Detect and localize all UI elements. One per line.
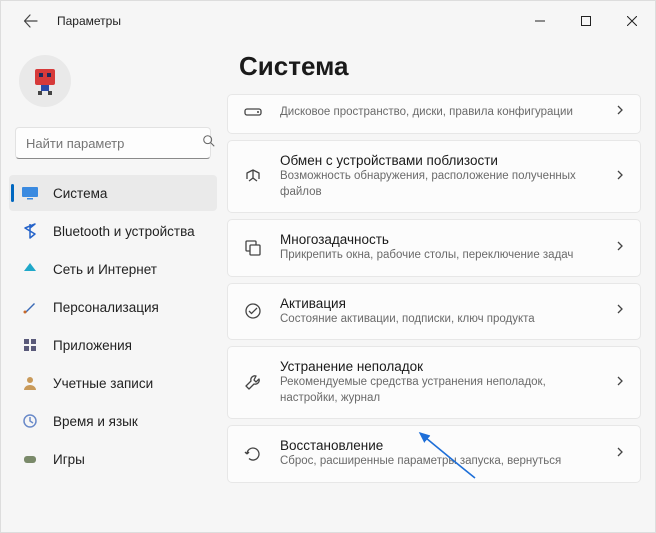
avatar-robot-icon xyxy=(27,63,63,99)
card-title: Устранение неполадок xyxy=(280,359,598,374)
card-text: Устранение неполадок Рекомендуемые средс… xyxy=(280,359,598,406)
nav-apps[interactable]: Приложения xyxy=(9,327,217,363)
nav-network[interactable]: Сеть и Интернет xyxy=(9,251,217,287)
cards-list[interactable]: Память Дисковое пространство, диски, пра… xyxy=(227,94,645,489)
nav-system[interactable]: Система xyxy=(9,175,217,211)
card-multitasking[interactable]: Многозадачность Прикрепить окна, рабочие… xyxy=(227,219,641,277)
apps-icon xyxy=(21,336,39,354)
nav-label: Учетные записи xyxy=(53,376,153,391)
profile-section[interactable] xyxy=(9,49,217,121)
card-text: Многозадачность Прикрепить окна, рабочие… xyxy=(280,232,598,264)
wifi-icon xyxy=(21,260,39,278)
nav-list: Система Bluetooth и устройства Сеть и Ин… xyxy=(9,175,217,477)
titlebar: Параметры xyxy=(1,1,655,41)
share-icon xyxy=(242,166,264,188)
nav-label: Игры xyxy=(53,452,85,467)
nav-label: Персонализация xyxy=(53,300,159,315)
close-button[interactable] xyxy=(609,1,655,41)
close-icon xyxy=(627,16,637,26)
chevron-right-icon xyxy=(614,239,626,257)
search-input[interactable] xyxy=(26,136,202,151)
card-title: Многозадачность xyxy=(280,232,598,247)
back-button[interactable] xyxy=(19,9,43,33)
card-text: Обмен с устройствами поблизости Возможно… xyxy=(280,153,598,200)
check-circle-icon xyxy=(242,300,264,322)
card-subtitle: Возможность обнаружения, расположение по… xyxy=(280,169,598,200)
main-area: Система Bluetooth и устройства Сеть и Ин… xyxy=(1,41,655,532)
nav-bluetooth[interactable]: Bluetooth и устройства xyxy=(9,213,217,249)
chevron-right-icon xyxy=(614,445,626,463)
chevron-right-icon xyxy=(614,103,626,121)
arrow-left-icon xyxy=(23,13,39,29)
wrench-icon xyxy=(242,372,264,394)
storage-icon xyxy=(242,101,264,123)
multitask-icon xyxy=(242,237,264,259)
page-title: Система xyxy=(227,51,645,94)
card-subtitle: Дисковое пространство, диски, правила ко… xyxy=(280,105,598,121)
clock-icon xyxy=(21,412,39,430)
chevron-right-icon xyxy=(614,168,626,186)
minimize-button[interactable] xyxy=(517,1,563,41)
person-icon xyxy=(21,374,39,392)
maximize-icon xyxy=(581,16,591,26)
card-storage[interactable]: Память Дисковое пространство, диски, пра… xyxy=(227,94,641,134)
chevron-right-icon xyxy=(614,302,626,320)
card-title: Обмен с устройствами поблизости xyxy=(280,153,598,168)
card-text: Активация Состояние активации, подписки,… xyxy=(280,296,598,328)
search-icon xyxy=(202,134,216,153)
card-subtitle: Прикрепить окна, рабочие столы, переключ… xyxy=(280,248,598,264)
brush-icon xyxy=(21,298,39,316)
bluetooth-icon xyxy=(21,222,39,240)
nav-personalization[interactable]: Персонализация xyxy=(9,289,217,325)
window-controls xyxy=(517,1,655,41)
card-text: Память Дисковое пространство, диски, пра… xyxy=(280,104,598,121)
nav-label: Время и язык xyxy=(53,414,138,429)
nav-label: Система xyxy=(53,186,107,201)
chevron-right-icon xyxy=(614,374,626,392)
maximize-button[interactable] xyxy=(563,1,609,41)
avatar xyxy=(19,55,71,107)
card-recovery[interactable]: Восстановление Сброс, расширенные параме… xyxy=(227,425,641,483)
card-nearby-sharing[interactable]: Обмен с устройствами поблизости Возможно… xyxy=(227,140,641,213)
sidebar: Система Bluetooth и устройства Сеть и Ин… xyxy=(1,41,221,532)
card-title: Активация xyxy=(280,296,598,311)
card-subtitle: Состояние активации, подписки, ключ прод… xyxy=(280,312,598,328)
nav-gaming[interactable]: Игры xyxy=(9,441,217,477)
content-area: Система Память Дисковое пространство, ди… xyxy=(221,41,655,532)
card-title: Восстановление xyxy=(280,438,598,453)
nav-label: Приложения xyxy=(53,338,132,353)
search-box[interactable] xyxy=(15,127,211,159)
gaming-icon xyxy=(21,450,39,468)
titlebar-title: Параметры xyxy=(57,14,121,28)
nav-time-language[interactable]: Время и язык xyxy=(9,403,217,439)
nav-accounts[interactable]: Учетные записи xyxy=(9,365,217,401)
card-subtitle: Сброс, расширенные параметры запуска, ве… xyxy=(280,454,598,470)
card-text: Восстановление Сброс, расширенные параме… xyxy=(280,438,598,470)
settings-window: Параметры xyxy=(0,0,656,533)
card-subtitle: Рекомендуемые средства устранения непола… xyxy=(280,375,598,406)
nav-label: Bluetooth и устройства xyxy=(53,224,195,239)
card-troubleshoot[interactable]: Устранение неполадок Рекомендуемые средс… xyxy=(227,346,641,419)
display-icon xyxy=(21,184,39,202)
minimize-icon xyxy=(535,16,545,26)
card-activation[interactable]: Активация Состояние активации, подписки,… xyxy=(227,283,641,341)
recovery-icon xyxy=(242,443,264,465)
nav-label: Сеть и Интернет xyxy=(53,262,157,277)
